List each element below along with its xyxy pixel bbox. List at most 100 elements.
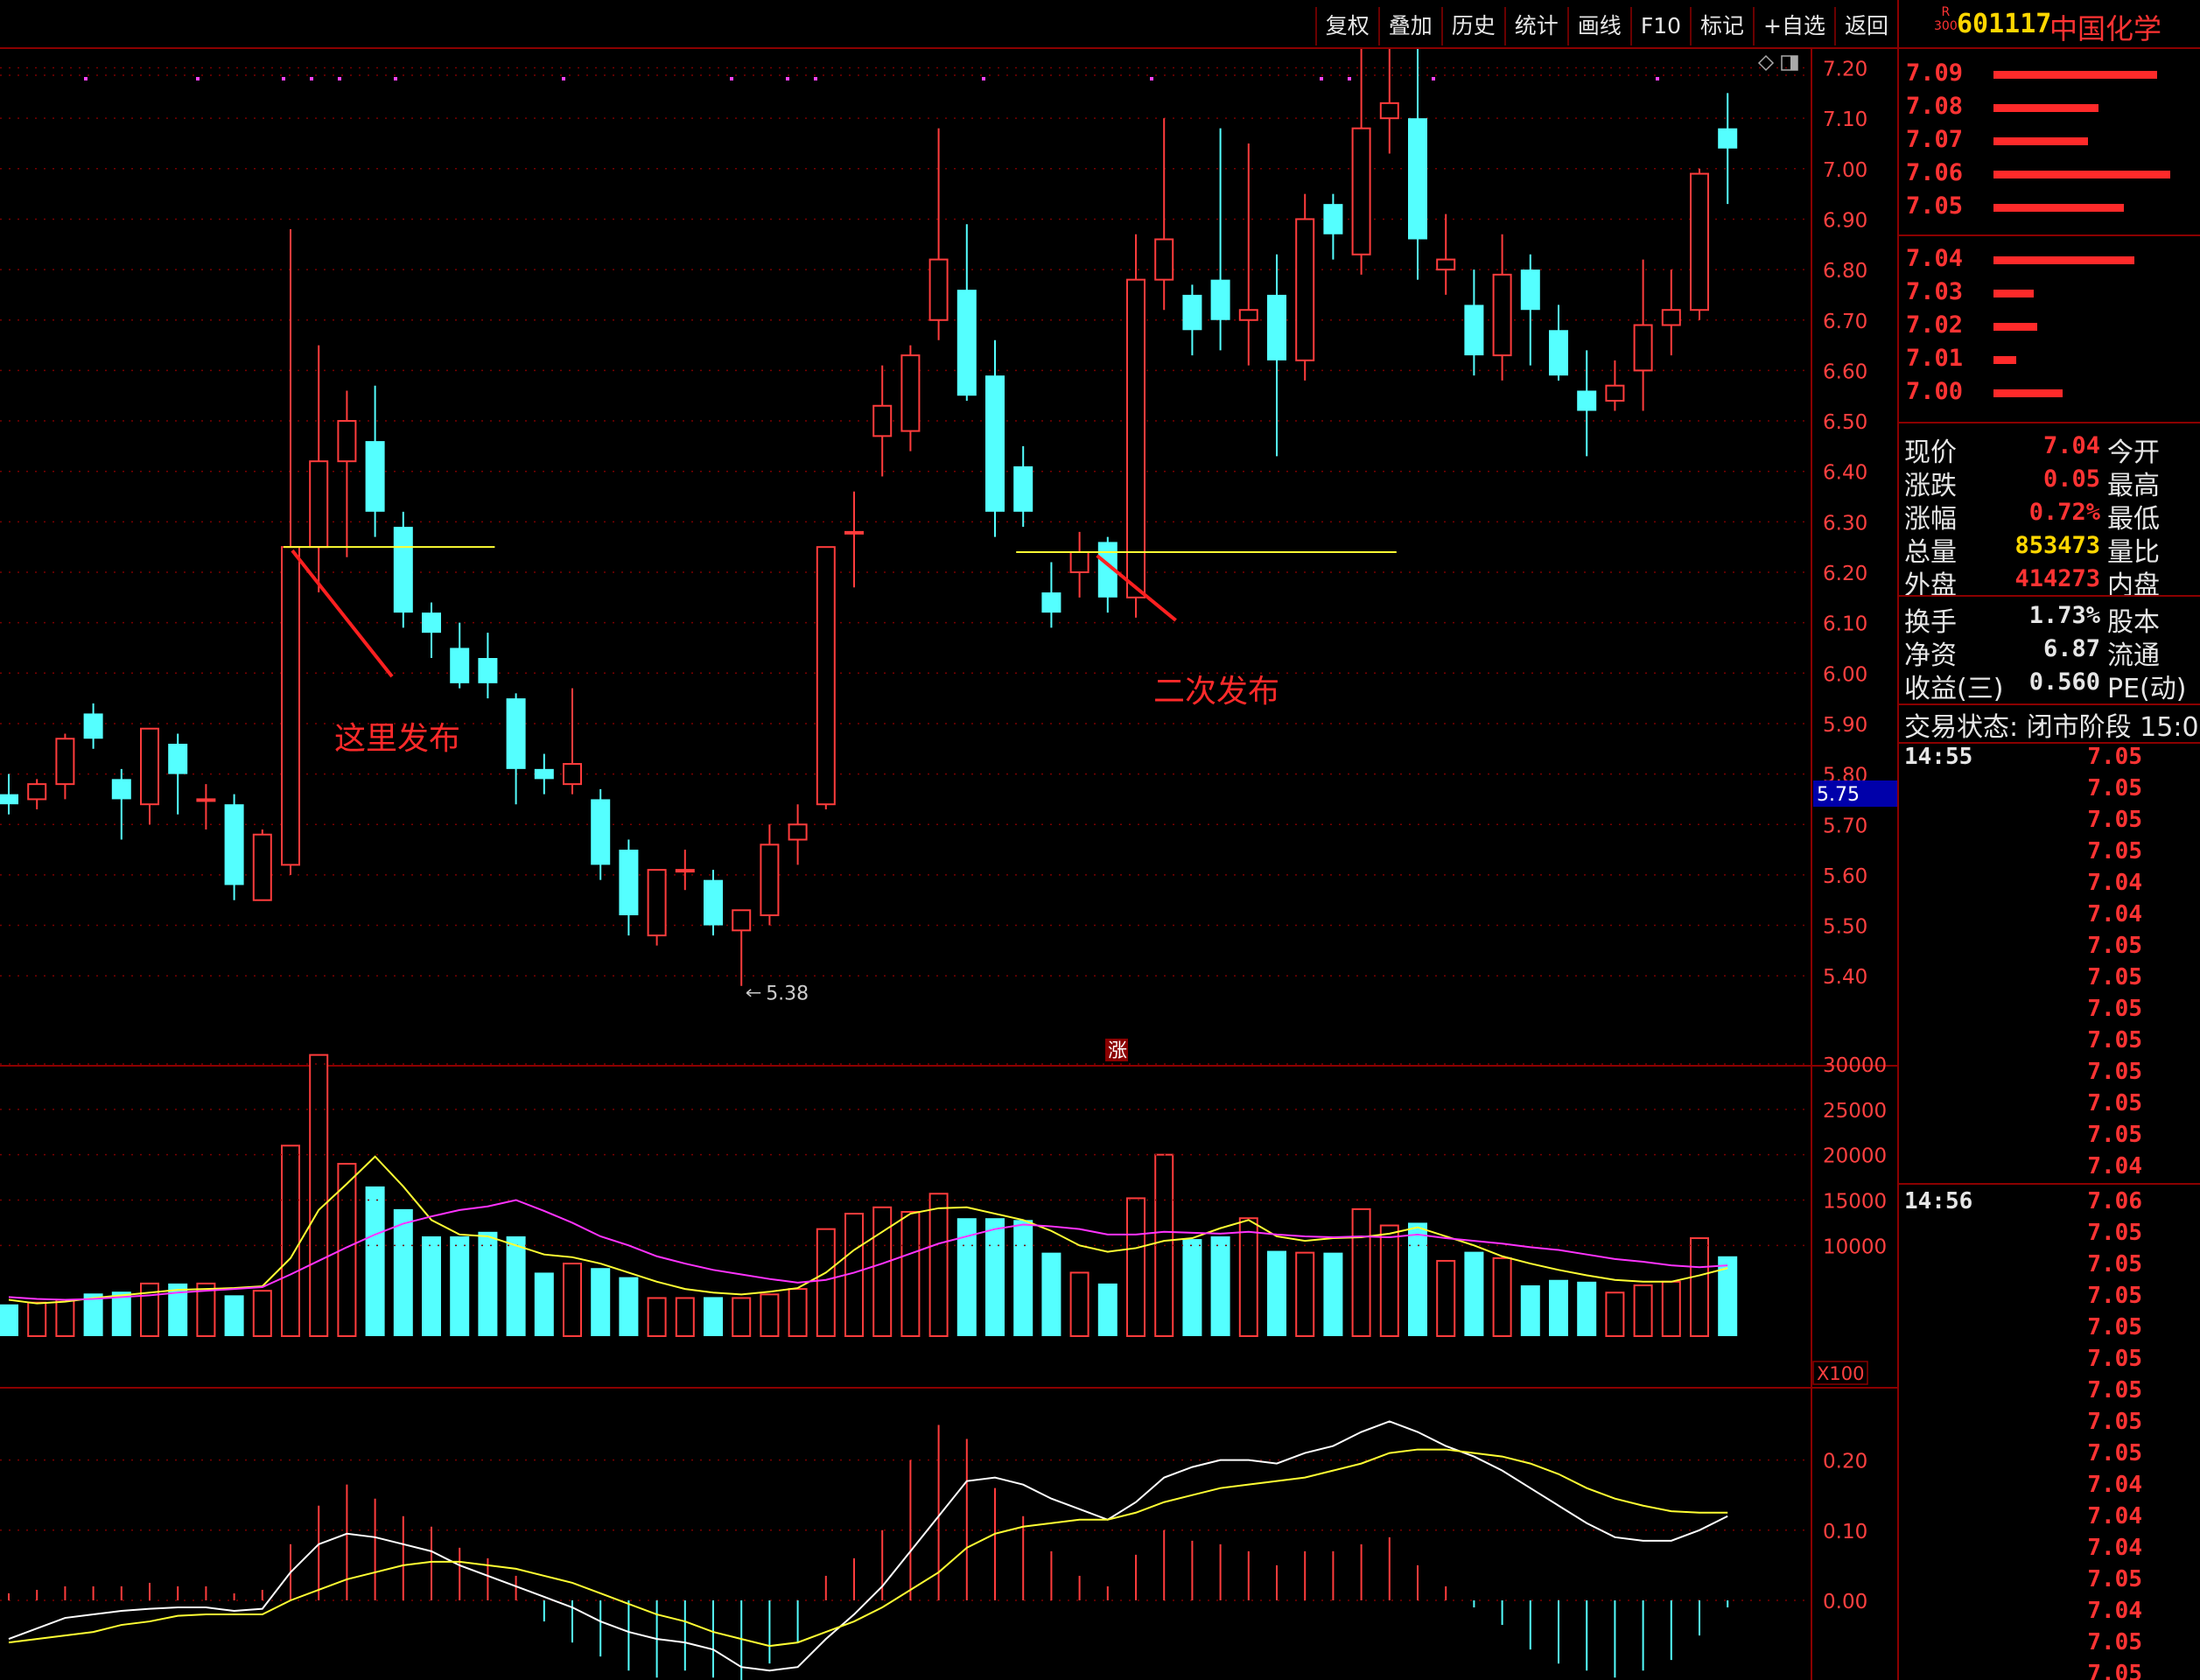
candle [450,622,470,689]
volume-bar [252,1290,272,1337]
chart-area[interactable]: 7.20 7.10 7.00 6.90 6.80 6.70 6.60 6.50 6.40 6.30… [0,49,1897,1680]
ladder-row: 7.09 [1899,58,2200,91]
volume-bar [1605,1292,1625,1337]
quote-value: 853473 [2014,532,2100,559]
candle-body [393,527,413,613]
tick-price: 7.05 [2087,838,2142,864]
tick-price: 7.05 [2087,1661,2142,1680]
signal-dot [394,77,397,80]
candle-body [1408,118,1427,240]
candle-body [337,420,357,463]
candle-body [534,768,554,780]
price-tick-label: 6.10 [1823,613,1867,636]
tick-price: 7.04 [2087,1503,2142,1530]
volume-tick-label: 20000 [1823,1145,1887,1168]
volume-bar [1069,1271,1089,1338]
toolbar-button-0[interactable]: 复权 [1314,7,1378,46]
candle-body [619,850,639,916]
candle-body [1633,324,1653,372]
candle [760,824,780,926]
toolbar-button-6[interactable]: 标记 [1690,7,1753,46]
volume-bar [1267,1250,1286,1336]
tick-price: 7.05 [2087,744,2142,770]
candle-body [985,375,1005,512]
candle-body [1661,309,1681,326]
volume-bar [1549,1279,1568,1336]
ladder-volume-bar [1993,323,2038,331]
candle-body [788,823,808,841]
candle-body [760,844,780,917]
candle [985,340,1005,537]
candle [591,788,611,880]
candle-body [196,798,216,802]
candle-body [1379,102,1399,120]
candle-body [450,648,470,683]
ladder-price: 7.07 [1906,126,1964,153]
tick-price: 7.05 [2087,1220,2142,1246]
price-tick-label: 6.70 [1823,311,1867,333]
candle [1323,193,1343,260]
volume-bar [1577,1281,1597,1336]
panel-divider [1899,1183,2200,1185]
candle-body [1690,172,1709,312]
candle-body [1549,330,1568,376]
ladder-volume-bar [1993,290,2034,298]
volume-bar [732,1297,752,1337]
volume-bar [1661,1280,1681,1338]
volume-bar [365,1186,385,1336]
macd-tick-label: 0.20 [1823,1451,1867,1474]
candle-body [1464,304,1484,356]
panel-divider [1899,422,2200,424]
tick-price: 7.04 [2087,1535,2142,1561]
toolbar-button-1[interactable]: 叠加 [1377,7,1441,46]
candle [1126,234,1146,618]
candle [928,128,949,340]
candle-body [422,612,441,634]
low-price-label: 5.38 [766,984,809,1005]
toolbar-button-8[interactable]: 返回 [1833,7,1897,46]
candle [196,784,216,830]
ladder-row: 7.05 [1899,191,2200,224]
ladder-row: 7.06 [1899,158,2200,191]
candle-body [872,404,893,438]
toolbar-button-4[interactable]: 画线 [1566,7,1630,46]
candle-body [732,909,752,932]
ladder-price: 7.02 [1906,312,1964,339]
toolbar-button-3[interactable]: 统计 [1503,7,1567,46]
candle [1605,360,1625,411]
signal-dot [562,77,565,80]
quote-row: 净资 6.87 流通 [1899,634,2200,671]
volume-bar [619,1277,639,1336]
candle-body [844,530,864,535]
candle [393,511,413,628]
candle-body [1267,294,1286,360]
volume-bar [1210,1236,1230,1336]
kline-chart[interactable]: 7.20 7.10 7.00 6.90 6.80 6.70 6.60 6.50 6.40 6.30… [0,49,1897,1680]
price-tick-label: 6.80 [1823,260,1867,283]
candle [732,909,752,986]
signal-dot [1150,77,1153,80]
panel-divider [1899,234,2200,236]
tick-price: 7.05 [2087,775,2142,802]
ladder-volume-bar [1993,356,2017,364]
tick-price: 7.05 [2087,1090,2142,1116]
ladder-price: 7.01 [1906,345,1964,372]
candle [27,779,47,809]
toolbar-button-5[interactable]: F10 [1629,7,1690,46]
volume-bar [309,1054,329,1337]
ladder-volume-bar [1993,137,2088,145]
ladder-row: 7.02 [1899,310,2200,343]
candle [816,546,836,809]
toolbar-button-2[interactable]: 历史 [1440,7,1504,46]
candle-body [900,354,921,432]
tick-price: 7.05 [2087,1314,2142,1340]
candle-body [1492,273,1512,357]
candle-body [928,258,949,321]
stock-header: R 300 601117 中国化学 [1899,0,2200,49]
candle [872,365,893,477]
tick-price: 7.05 [2087,1346,2142,1372]
candle [1041,562,1061,628]
volume-tick-label: 25000 [1823,1100,1887,1123]
signal-dot [730,77,733,80]
toolbar-button-7[interactable]: +自选 [1753,7,1834,46]
